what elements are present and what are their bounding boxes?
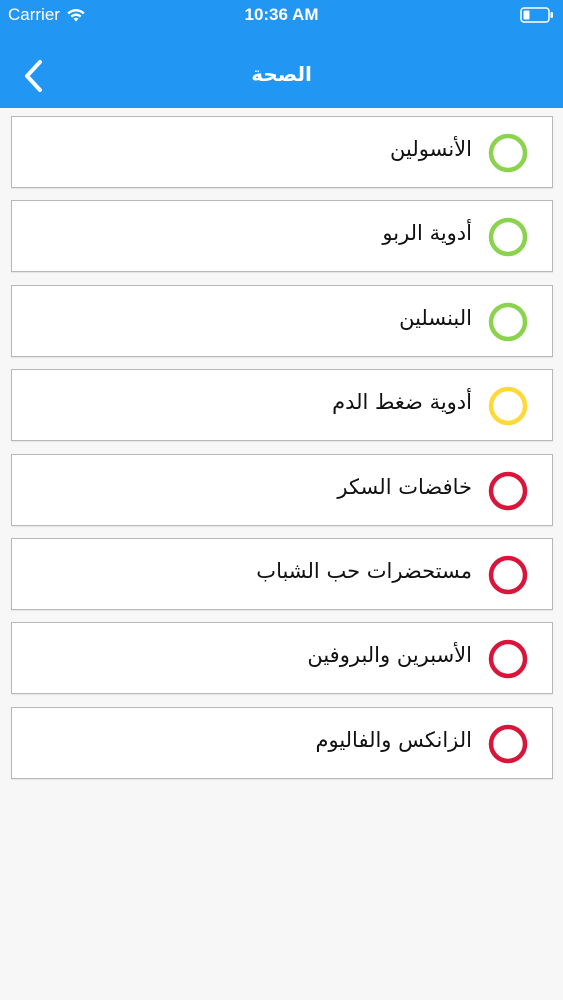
category-list: الأنسولين أدوية الربو البنسلين أدوية ضغط… xyxy=(11,116,553,791)
status-ring-icon xyxy=(488,133,528,173)
status-bar: Carrier 10:36 AM xyxy=(0,0,563,30)
app-header: Carrier 10:36 AM الصحة xyxy=(0,0,563,108)
list-item-label: الأسبرين والبروفين xyxy=(307,643,472,668)
list-item-asthma-drugs[interactable]: أدوية الربو xyxy=(11,200,553,273)
page-title: الصحة xyxy=(251,62,312,86)
list-item-acne-products[interactable]: مستحضرات حب الشباب xyxy=(11,537,553,610)
status-ring-icon xyxy=(488,218,528,257)
list-item-label: الزانكس والفاليوم xyxy=(315,727,472,752)
list-item-xanax-valium[interactable]: الزانكس والفاليوم xyxy=(11,706,553,779)
status-time: 10:36 AM xyxy=(244,5,319,24)
status-ring-icon xyxy=(488,471,528,510)
list-item-sugar-reducers[interactable]: خافضات السكر xyxy=(11,453,553,526)
status-ring-icon xyxy=(488,724,528,763)
list-item-label: الأنسولين xyxy=(390,137,472,161)
list-item-blood-pressure-drugs[interactable]: أدوية ضغط الدم xyxy=(11,369,553,442)
status-ring-icon xyxy=(488,555,528,595)
status-ring-icon xyxy=(488,386,528,426)
list-item-label: البنسلين xyxy=(399,305,472,330)
list-item-label: خافضات السكر xyxy=(337,474,472,499)
list-item-insulin[interactable]: الأنسولين xyxy=(11,116,553,188)
status-ring-icon xyxy=(488,640,528,679)
battery-icon xyxy=(520,7,553,23)
navigation-bar: الصحة xyxy=(0,44,563,108)
list-item-label: مستحضرات حب الشباب xyxy=(256,558,472,583)
list-item-penicillin[interactable]: البنسلين xyxy=(11,284,553,357)
list-item-label: أدوية الربو xyxy=(382,221,472,246)
list-item-label: أدوية ضغط الدم xyxy=(332,390,472,415)
status-ring-icon xyxy=(488,302,528,342)
list-item-aspirin-ibuprofen[interactable]: الأسبرين والبروفين xyxy=(11,622,553,695)
